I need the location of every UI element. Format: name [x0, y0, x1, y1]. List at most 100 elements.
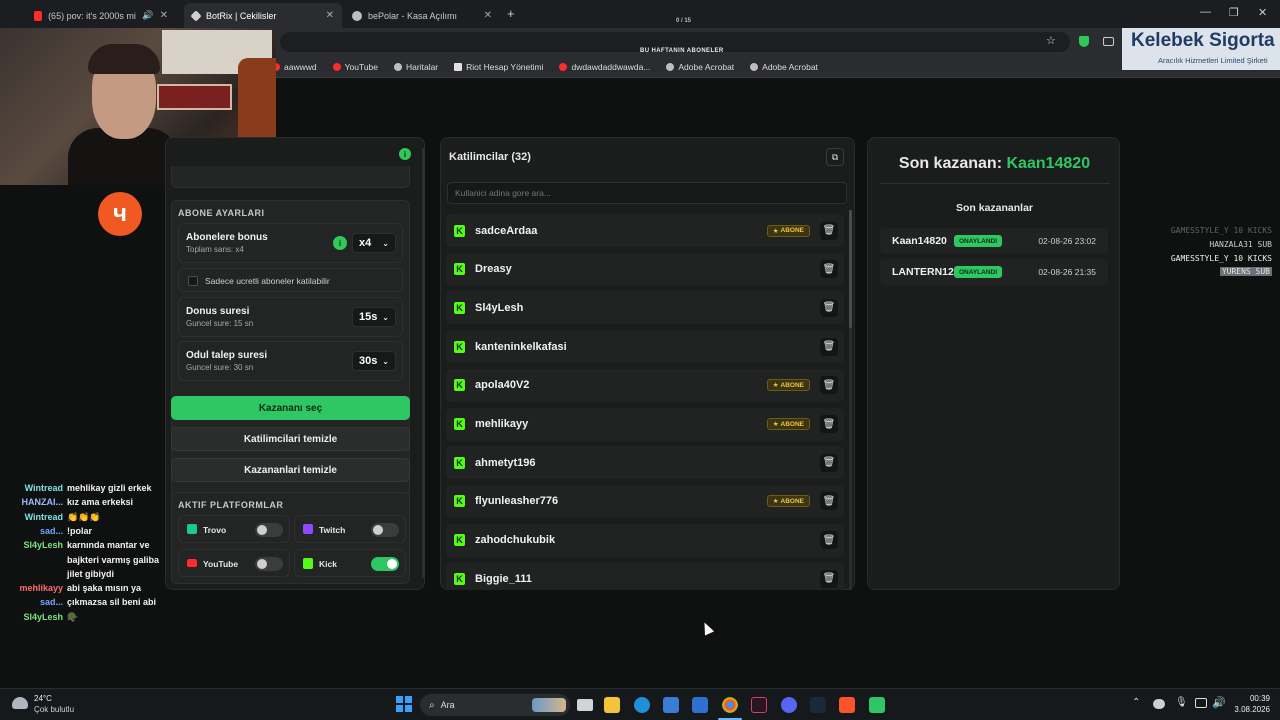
participant-name: apola40V2	[475, 379, 530, 392]
app-icon[interactable]	[751, 697, 767, 713]
bookmark-item[interactable]: Adobe Acrobat	[750, 62, 818, 72]
platform-label: Kick	[319, 559, 337, 569]
trash-icon[interactable]: 🗑	[820, 531, 838, 550]
paid-only-label: Sadece ucretli aboneler katilabilir	[205, 276, 330, 286]
bookmark-item[interactable]: YouTube	[332, 62, 378, 72]
youtube-toggle[interactable]	[255, 557, 283, 571]
kick-icon: K	[454, 418, 465, 430]
trash-icon[interactable]: 🗑	[820, 337, 838, 356]
chat-username: mehlikayy	[19, 583, 63, 594]
bookmark-item[interactable]: Riot Hesap Yönetimi	[454, 62, 543, 72]
steam-icon[interactable]	[810, 697, 826, 713]
last-winner-heading: Son kazanan: Kaan14820	[868, 155, 1121, 173]
window-close-icon[interactable]: ✕	[1258, 6, 1267, 19]
sponsor-subtitle: Aracılık Hizmetleri Limited Şirketi	[1158, 56, 1268, 65]
participant-name: ahmetyt196	[475, 456, 536, 469]
participant-search-input[interactable]	[447, 182, 847, 204]
file-explorer-icon[interactable]	[604, 697, 620, 713]
chevron-up-icon[interactable]: ⌃	[1132, 697, 1140, 708]
extensions-icon[interactable]	[1103, 37, 1114, 46]
volume-icon[interactable]: 🔊	[1212, 696, 1226, 709]
star-icon[interactable]: ☆	[1046, 34, 1056, 47]
chat-message: sad... çıkmazsa sil beni abi	[4, 595, 156, 609]
kick-icon: K	[454, 456, 465, 469]
trash-icon[interactable]: 🗑	[820, 298, 838, 317]
trash-icon[interactable]: 🗑	[820, 569, 838, 588]
clock-date[interactable]: 3.08.2026	[1226, 705, 1270, 714]
bookmark-label: aawwwd	[284, 61, 317, 72]
maximize-icon[interactable]: ❐	[1229, 6, 1239, 19]
close-icon[interactable]: ✕	[160, 10, 168, 21]
trash-icon[interactable]: 🗑	[820, 221, 838, 240]
chrome-icon[interactable]	[722, 697, 738, 713]
tray-app-icon[interactable]	[1153, 699, 1165, 709]
kick-icon: K	[454, 301, 465, 314]
tab-bepolar[interactable]: bePolar - Kasa Açılımı ✕	[344, 3, 500, 28]
close-icon[interactable]: ✕	[484, 10, 492, 21]
store-icon[interactable]	[663, 697, 679, 713]
minimize-icon[interactable]: —	[1200, 6, 1211, 18]
mail-icon[interactable]	[692, 697, 708, 713]
bookmark-item[interactable]: dwdawdaddwawda...	[559, 62, 650, 72]
trash-icon[interactable]: 🗑	[820, 453, 838, 472]
pick-winner-button[interactable]: Kazananı seç	[171, 396, 410, 420]
claim-select[interactable]: 30s ⌄	[352, 351, 396, 371]
twitch-toggle[interactable]	[371, 523, 399, 537]
trash-icon[interactable]: 🗑	[820, 376, 838, 395]
tab-youtube[interactable]: (65) pov: it's 2000s mix ~nc 🔊 ✕	[26, 3, 176, 28]
scrollbar[interactable]	[422, 148, 425, 578]
kick-icon: K	[454, 263, 465, 276]
event-item: HANZALA31 SUB	[1209, 240, 1272, 249]
shield-icon[interactable]	[1079, 36, 1089, 47]
discord-icon[interactable]	[781, 697, 797, 713]
info-icon[interactable]: i	[399, 148, 411, 160]
trash-icon[interactable]: 🗑	[820, 492, 838, 511]
taskbar-search[interactable]: ⌕ Ara	[420, 694, 570, 716]
windows-start-icon[interactable]	[396, 696, 412, 712]
bonus-select[interactable]: x4 ⌄	[352, 233, 396, 253]
chat-username: Wintread	[24, 511, 63, 522]
new-tab-button[interactable]: +	[507, 6, 515, 21]
chat-username: Sl4yLesh	[23, 540, 63, 551]
brave-icon[interactable]	[839, 697, 855, 713]
status-badge: ONAYLANDI	[954, 235, 1003, 247]
chat-text: 👏👏👏	[67, 511, 101, 522]
chat-overlay: Wintread mehlikay gizli erkek HANZAI... kız…	[0, 481, 165, 626]
search-icon: ⌕	[429, 699, 435, 711]
overlay-counter: 0 / 15	[676, 18, 692, 24]
app-green-icon[interactable]	[869, 697, 885, 713]
edge-icon[interactable]	[634, 697, 650, 713]
kick-toggle[interactable]	[371, 557, 399, 571]
scrollbar-track	[849, 210, 852, 590]
platform-label: Trovo	[203, 525, 227, 535]
duration-select[interactable]: 15s ⌄	[352, 307, 396, 327]
sponsor-logo: Kelebek Sigorta Aracılık Hizmetleri Limi…	[1122, 28, 1280, 70]
clear-participants-button[interactable]: Katilimcilari temizle	[171, 427, 410, 451]
bookmark-label: Riot Hesap Yönetimi	[466, 61, 544, 72]
display-icon[interactable]	[1195, 698, 1207, 708]
trovo-toggle[interactable]	[255, 523, 283, 537]
chat-text: jilet gibiydi	[67, 568, 115, 579]
scrollbar-thumb[interactable]	[849, 210, 852, 328]
clear-winners-button[interactable]: Kazananlari temizle	[171, 458, 410, 482]
event-item: GAMESSTYLE_Y 10 KICKS	[1170, 226, 1272, 235]
youtube-icon	[187, 559, 197, 567]
paid-only-checkbox[interactable]	[188, 276, 198, 286]
trash-icon[interactable]: 🗑	[820, 260, 838, 279]
microphone-icon[interactable]: 🎙	[1175, 697, 1188, 708]
clock-time[interactable]: 00:39	[1228, 694, 1270, 703]
task-view-icon[interactable]	[577, 699, 593, 711]
close-icon[interactable]: ✕	[326, 10, 334, 21]
search-card	[171, 166, 410, 188]
info-icon[interactable]: i	[333, 236, 347, 250]
chat-message: bajkteri varmış galiba	[4, 553, 159, 567]
bookmark-item[interactable]: Haritalar	[394, 62, 438, 72]
participant-row: K Sl4yLesh 🗑	[446, 291, 844, 325]
chat-text: abi şaka mısın ya	[67, 583, 142, 594]
tab-botrix[interactable]: BotRix | Cekilisler ✕	[184, 3, 342, 28]
bookmark-item[interactable]: Adobe Acrobat	[666, 62, 734, 72]
trash-icon[interactable]: 🗑	[820, 415, 838, 433]
platform-twitch: Twitch	[294, 515, 406, 543]
bookmark-item[interactable]: aawwwd	[272, 62, 317, 72]
copy-icon[interactable]: ⧉	[826, 148, 844, 166]
